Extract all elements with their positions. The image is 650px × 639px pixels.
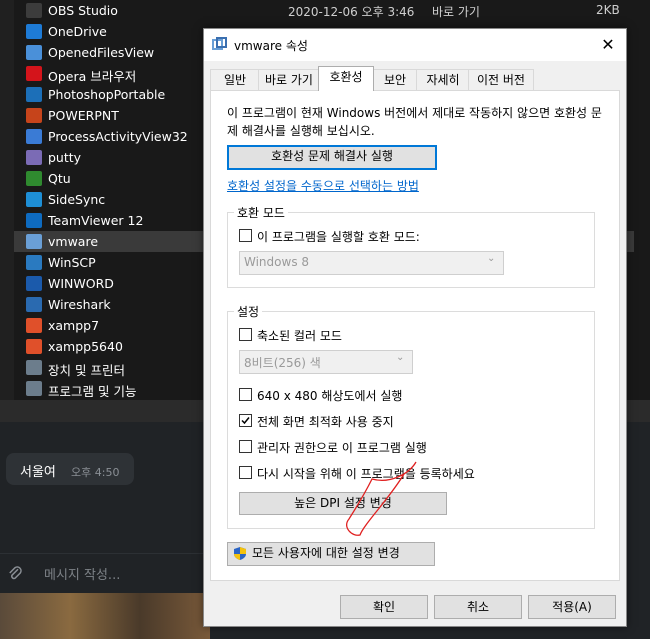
app-shortcut-icon <box>26 45 42 60</box>
app-shortcut-icon <box>26 192 42 207</box>
compat-os-select[interactable]: Windows 8 ⌄ <box>239 251 504 275</box>
file-name: vmware <box>48 234 99 249</box>
app-shortcut-icon <box>26 360 42 375</box>
file-size: 2KB <box>596 3 620 17</box>
close-icon[interactable]: ✕ <box>598 35 618 55</box>
app-shortcut-icon <box>26 129 42 144</box>
app-shortcut-icon <box>26 150 42 165</box>
color-depth-select[interactable]: 8비트(256) 색 ⌄ <box>239 350 413 374</box>
compat-mode-checkbox-label: 이 프로그램을 실행할 호환 모드: <box>257 230 420 244</box>
file-name: Qtu <box>48 171 71 186</box>
chat-message-time: 오후 4:50 <box>71 466 120 479</box>
register-restart-checkbox[interactable] <box>239 466 252 479</box>
uac-shield-icon <box>234 547 246 560</box>
properties-dialog: vmware 속성 ✕ 일반 바로 가기 호환성 보안 자세히 이전 버전 이 … <box>203 28 627 627</box>
color-depth-value: 8비트(256) 색 <box>244 356 321 370</box>
file-name: POWERPNT <box>48 108 119 123</box>
compatibility-description: 이 프로그램이 현재 Windows 버전에서 제대로 작동하지 않으면 호환성… <box>227 106 602 138</box>
tab-bar: 일반 바로 가기 호환성 보안 자세히 이전 버전 <box>210 66 620 91</box>
checkmark-icon <box>241 417 250 425</box>
ok-button[interactable]: 확인 <box>340 595 428 619</box>
file-name: putty <box>48 150 82 165</box>
file-name: WinSCP <box>48 255 96 270</box>
tab-details[interactable]: 자세히 <box>416 69 470 90</box>
compat-mode-group-label: 호환 모드 <box>234 204 288 221</box>
file-date: 2020-12-06 오후 3:46 <box>288 5 415 19</box>
cancel-button[interactable]: 취소 <box>434 595 522 619</box>
file-name: Wireshark <box>48 297 111 312</box>
apply-button[interactable]: 적용(A) <box>528 595 616 619</box>
reduced-color-label: 축소된 컬러 모드 <box>257 329 342 343</box>
app-shortcut-icon <box>26 339 42 354</box>
file-name: OpenedFilesView <box>48 45 155 60</box>
dialog-title: vmware 속성 <box>234 39 308 53</box>
register-restart-label: 다시 시작을 위해 이 프로그램을 등록하세요 <box>257 467 475 481</box>
chat-compose-bar[interactable]: 메시지 작성... <box>0 553 210 592</box>
file-name: 장치 및 프린터 <box>48 363 125 378</box>
vmware-app-icon <box>212 37 227 50</box>
file-name: WINWORD <box>48 276 114 291</box>
compat-mode-group: 호환 모드 이 프로그램을 실행할 호환 모드: Windows 8 ⌄ <box>227 204 595 288</box>
tab-previous-versions[interactable]: 이전 버전 <box>468 69 534 90</box>
chat-message-text: 서울여 <box>20 465 56 480</box>
app-shortcut-icon <box>26 66 42 81</box>
res-640-label: 640 x 480 해상도에서 실행 <box>257 389 403 403</box>
fullscreen-opt-label: 전체 화면 최적화 사용 중지 <box>257 415 394 429</box>
file-name: PhotoshopPortable <box>48 87 166 102</box>
chevron-down-icon: ⌄ <box>487 253 496 264</box>
tab-compatibility[interactable]: 호환성 <box>318 66 374 91</box>
file-name: OBS Studio <box>48 3 118 18</box>
compose-placeholder[interactable]: 메시지 작성... <box>44 564 120 583</box>
explorer-scroll-strip[interactable] <box>0 0 14 400</box>
file-name: xampp7 <box>48 318 100 333</box>
app-shortcut-icon <box>26 24 42 39</box>
file-name: 프로그램 및 기능 <box>48 384 137 399</box>
all-users-settings-label: 모든 사용자에 대한 설정 변경 <box>252 546 400 560</box>
tab-general[interactable]: 일반 <box>210 69 260 90</box>
run-troubleshooter-button[interactable]: 호환성 문제 해결사 실행 <box>227 145 437 170</box>
file-type: 바로 가기 <box>432 5 480 19</box>
settings-group-label: 설정 <box>234 303 263 320</box>
reduced-color-checkbox[interactable] <box>239 328 252 341</box>
app-shortcut-icon <box>26 87 42 102</box>
compatibility-panel: 이 프로그램이 현재 Windows 버전에서 제대로 작동하지 않으면 호환성… <box>210 90 620 581</box>
chat-message-bubble[interactable]: 서울여 오후 4:50 <box>6 453 134 485</box>
app-shortcut-icon <box>26 3 42 18</box>
fullscreen-opt-checkbox[interactable] <box>239 414 252 427</box>
media-thumbnail <box>0 593 210 639</box>
app-shortcut-icon <box>26 255 42 270</box>
run-as-admin-label: 관리자 권한으로 이 프로그램 실행 <box>257 441 427 455</box>
app-shortcut-icon <box>26 297 42 312</box>
high-dpi-button[interactable]: 높은 DPI 설정 변경 <box>239 492 447 515</box>
app-shortcut-icon <box>26 318 42 333</box>
run-as-admin-checkbox[interactable] <box>239 440 252 453</box>
compat-os-value: Windows 8 <box>244 255 310 269</box>
app-shortcut-icon <box>26 381 42 396</box>
file-name: xampp5640 <box>48 339 123 354</box>
chevron-down-icon: ⌄ <box>396 352 405 363</box>
app-shortcut-icon <box>26 234 42 249</box>
file-name: Opera 브라우저 <box>48 69 137 84</box>
file-row[interactable]: OBS Studio 2020-12-06 오후 3:46 바로 가기 2KB <box>14 0 634 21</box>
settings-group: 설정 축소된 컬러 모드 8비트(256) 색 ⌄ 640 x 480 해상도에… <box>227 303 595 529</box>
all-users-settings-button[interactable]: 모든 사용자에 대한 설정 변경 <box>227 542 435 566</box>
file-name: OneDrive <box>48 24 107 39</box>
tab-security[interactable]: 보안 <box>372 69 418 90</box>
app-shortcut-icon <box>26 276 42 291</box>
app-shortcut-icon <box>26 108 42 123</box>
app-shortcut-icon <box>26 171 42 186</box>
file-name: TeamViewer 12 <box>48 213 144 228</box>
file-name: ProcessActivityView32 <box>48 129 188 144</box>
manual-settings-link[interactable]: 호환성 설정을 수동으로 선택하는 방법 <box>227 177 419 194</box>
dialog-titlebar[interactable]: vmware 속성 ✕ <box>204 29 626 61</box>
compat-mode-checkbox[interactable] <box>239 229 252 242</box>
res-640-checkbox[interactable] <box>239 388 252 401</box>
paperclip-icon[interactable] <box>6 564 24 582</box>
app-shortcut-icon <box>26 213 42 228</box>
tab-shortcut[interactable]: 바로 가기 <box>258 69 320 90</box>
file-name: SideSync <box>48 192 106 207</box>
